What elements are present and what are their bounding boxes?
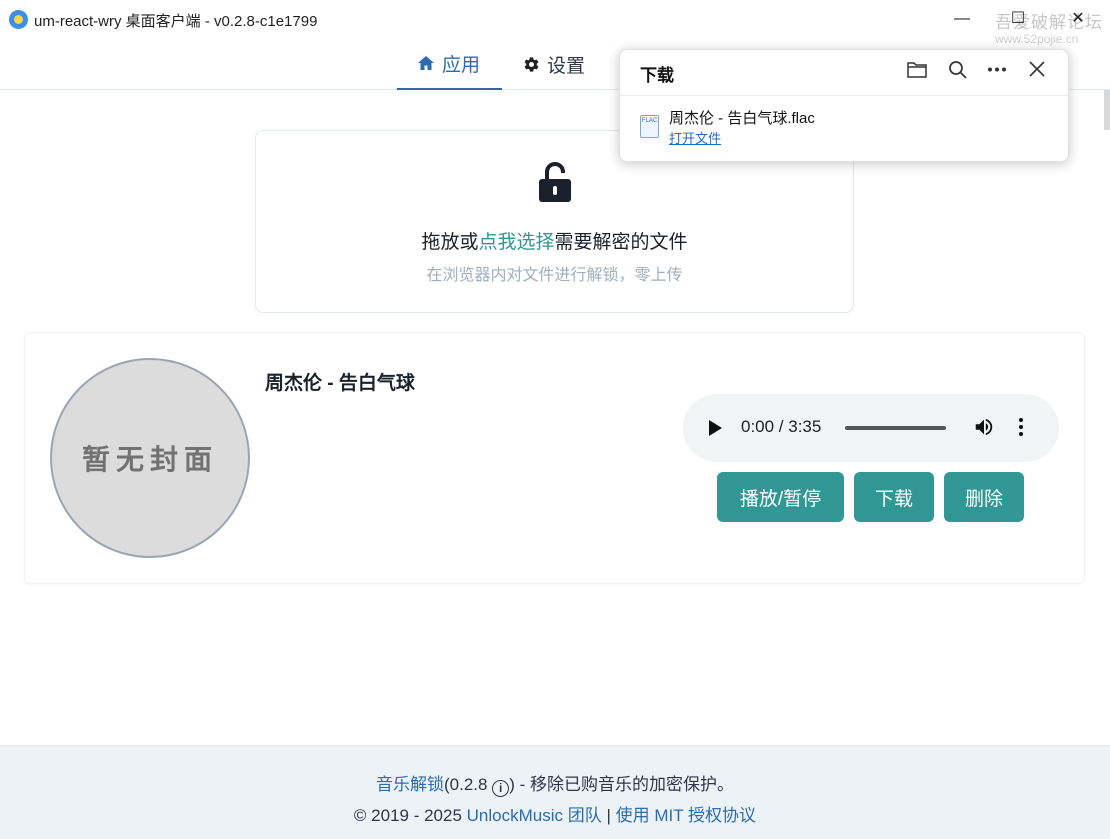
- scrollbar[interactable]: [1104, 90, 1110, 130]
- info-icon[interactable]: i: [492, 780, 510, 797]
- seek-bar[interactable]: [845, 426, 946, 430]
- team-link[interactable]: UnlockMusic 团队: [467, 806, 602, 825]
- footer: 音乐解锁(0.2.8 i) - 移除已购音乐的加密保护。 © 2019 - 20…: [0, 745, 1110, 839]
- gear-icon: [524, 56, 539, 72]
- download-popup-toolbar: [906, 58, 1048, 80]
- tab-settings-label: 设置: [547, 55, 586, 77]
- close-window-button[interactable]: ✕: [1058, 4, 1098, 34]
- playback-time: 0:00 / 3:35: [741, 417, 822, 436]
- download-popup: 下载 FLAC 周杰伦 - 告白气球.flac 打开文件: [619, 49, 1069, 162]
- download-button[interactable]: 下载: [854, 472, 934, 522]
- more-icon[interactable]: [986, 58, 1008, 80]
- divider: [620, 95, 1068, 96]
- track-title: 周杰伦 - 告白气球: [265, 373, 415, 394]
- search-icon[interactable]: [946, 58, 968, 80]
- footer-line-2: © 2019 - 2025 UnlockMusic 团队 | 使用 MIT 授权…: [353, 806, 757, 825]
- download-popup-title: 下载: [640, 66, 674, 85]
- tab-settings[interactable]: 设置: [503, 38, 605, 90]
- app-name-link[interactable]: 音乐解锁: [376, 775, 444, 794]
- maximize-button[interactable]: ☐: [998, 4, 1038, 34]
- app-icon: [9, 10, 28, 29]
- flac-file-icon: FLAC: [640, 115, 659, 138]
- choose-file-link[interactable]: 点我选择: [478, 232, 554, 253]
- volume-icon[interactable]: [973, 416, 995, 438]
- title-bar: um-react-wry 桌面客户端 - v0.2.8-c1e1799 吾爱破解…: [0, 0, 1110, 46]
- drop-title: 拖放或点我选择需要解密的文件: [421, 232, 688, 253]
- tab-app[interactable]: 应用: [397, 38, 502, 90]
- downloaded-file-name: 周杰伦 - 告白气球.flac: [669, 110, 815, 127]
- home-icon: [418, 56, 434, 70]
- play-pause-button[interactable]: 播放/暂停: [717, 472, 844, 522]
- delete-button[interactable]: 删除: [944, 472, 1024, 522]
- window-title: um-react-wry 桌面客户端 - v0.2.8-c1e1799: [34, 13, 318, 30]
- drop-subtitle: 在浏览器内对文件进行解锁，零上传: [426, 267, 683, 284]
- track-card: 暂无封面 周杰伦 - 告白气球 0:00 / 3:35 播放/暂停 下载 删除: [25, 333, 1084, 583]
- play-icon[interactable]: [709, 420, 722, 436]
- folder-icon[interactable]: [906, 58, 928, 80]
- album-cover-placeholder: 暂无封面: [50, 358, 250, 558]
- unlock-icon: [539, 162, 571, 202]
- close-icon[interactable]: [1026, 58, 1048, 80]
- tab-app-label: 应用: [442, 54, 481, 76]
- player-more-icon[interactable]: [1019, 418, 1023, 438]
- audio-player[interactable]: 0:00 / 3:35: [683, 394, 1059, 462]
- minimize-button[interactable]: —: [942, 4, 982, 34]
- footer-line-1: 音乐解锁(0.2.8 i) - 移除已购音乐的加密保护。: [376, 775, 734, 797]
- license-link[interactable]: 使用 MIT 授权协议: [616, 806, 756, 825]
- open-file-link[interactable]: 打开文件: [669, 128, 721, 147]
